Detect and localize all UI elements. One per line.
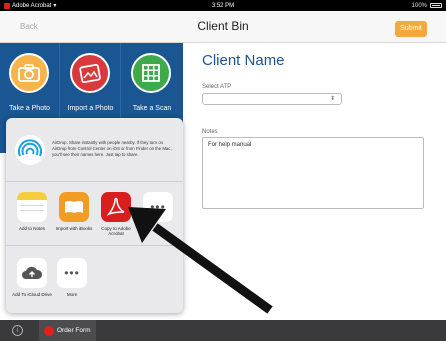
select-atp-label: Select ATP	[202, 84, 232, 90]
more-icon: •••	[57, 258, 87, 288]
status-right: 100%	[412, 0, 442, 11]
more-actions-button[interactable]: •••	[138, 192, 178, 226]
acrobat-app-icon	[4, 2, 10, 9]
battery-icon	[430, 3, 442, 8]
import-photo-tile[interactable]: Import a Photo	[61, 43, 121, 123]
bottom-bar: i Order Form	[0, 320, 446, 341]
icloud-upload-icon	[17, 258, 47, 288]
action-label: Copy to Adobe Acrobat	[101, 226, 131, 236]
action-label: More	[66, 292, 78, 297]
take-photo-tile[interactable]: Take a Photo	[0, 43, 60, 123]
share-actions-row: Add to Notes Import with iBooks Copy to …	[6, 182, 183, 246]
tile-label: Take a Photo	[9, 105, 50, 112]
wifi-icon: ▾	[53, 3, 57, 9]
copy-to-acrobat-action[interactable]: Copy to Adobe Acrobat	[96, 192, 136, 236]
ibooks-icon	[59, 192, 89, 222]
tile-label: Import a Photo	[67, 105, 114, 112]
import-ibooks-action[interactable]: Import with iBooks	[54, 192, 94, 231]
select-atp-dropdown[interactable]: ⬍	[202, 93, 342, 105]
add-to-notes-action[interactable]: Add to Notes	[12, 192, 52, 231]
nav-bar: Back Client Bin Submit	[0, 11, 446, 43]
order-form-label: Order Form	[57, 327, 91, 334]
status-app[interactable]: Adobe Acrobat ▾	[4, 2, 56, 9]
acrobat-badge-icon	[44, 325, 54, 336]
notes-icon	[17, 192, 47, 222]
status-app-label: Adobe Acrobat	[12, 2, 52, 9]
more-icon: •••	[143, 192, 173, 222]
tile-label: Take a Scan	[132, 105, 172, 112]
page-title: Client Bin	[197, 19, 249, 33]
status-bar: Adobe Acrobat ▾ 3:52 PM 100%	[0, 0, 446, 11]
action-label: Import with iBooks	[55, 226, 93, 231]
battery-percent: 100%	[411, 2, 427, 9]
share-more-row: Add To iCloud Drive ••• More	[6, 246, 183, 313]
notes-field[interactable]: For help manual	[202, 137, 424, 209]
airdrop-icon	[15, 135, 45, 165]
share-sheet: AirDrop. Share instantly with people nea…	[6, 118, 183, 313]
chevron-updown-icon: ⬍	[329, 96, 335, 102]
take-scan-tile[interactable]: Take a Scan	[122, 43, 182, 123]
action-label: Add to Notes	[18, 226, 45, 231]
submit-button[interactable]: Submit	[395, 21, 427, 37]
order-form-tab[interactable]: Order Form	[39, 320, 96, 341]
more-button[interactable]: ••• More	[52, 258, 92, 297]
app-window: Adobe Acrobat ▾ 3:52 PM 100% Back Client…	[0, 0, 446, 341]
scan-grid-icon	[131, 53, 171, 93]
notes-label: Notes	[202, 129, 218, 135]
client-name-heading: Client Name	[202, 52, 285, 69]
action-label: Add To iCloud Drive	[12, 292, 52, 297]
info-icon[interactable]: i	[12, 325, 23, 336]
airdrop-section[interactable]: AirDrop. Share instantly with people nea…	[6, 118, 183, 182]
status-time: 3:52 PM	[211, 2, 235, 9]
airdrop-description: AirDrop. Share instantly with people nea…	[52, 140, 172, 157]
camera-icon	[9, 53, 49, 93]
import-photo-icon	[70, 53, 110, 93]
add-to-icloud-action[interactable]: Add To iCloud Drive	[12, 258, 52, 297]
acrobat-icon	[101, 192, 131, 222]
